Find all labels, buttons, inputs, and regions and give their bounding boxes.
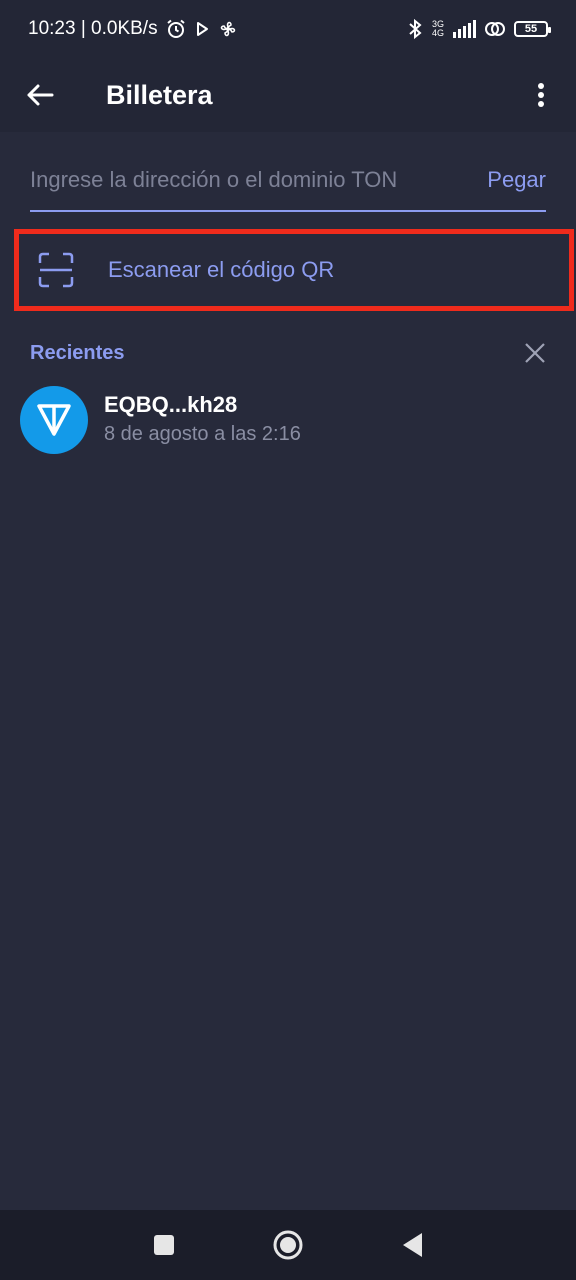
alarm-icon <box>166 19 186 39</box>
nav-home-button[interactable] <box>258 1215 318 1275</box>
recent-item-address: EQBQ...kh28 <box>104 392 238 417</box>
paste-button[interactable]: Pegar <box>475 167 546 193</box>
app-screen: 10:23 | 0.0KB/s 3G 4G 55 Billetera Ingre… <box>0 0 576 1280</box>
page-title: Billetera <box>106 79 213 110</box>
battery-level: 55 <box>524 23 538 35</box>
more-options-button[interactable] <box>506 58 576 132</box>
back-triangle-icon <box>403 1233 422 1257</box>
recents-header: Recientes <box>30 336 550 370</box>
address-input-row: Pegar <box>30 150 546 212</box>
pinwheel-icon <box>218 19 238 39</box>
nav-recents-button[interactable] <box>134 1215 194 1275</box>
status-left: 10:23 | 0.0KB/s <box>28 18 238 40</box>
scan-qr-button[interactable]: Escanear el código QR <box>14 229 574 311</box>
more-vert-icon <box>538 83 544 107</box>
back-button[interactable] <box>0 58 80 132</box>
status-time: 10:23 | 0.0KB/s <box>28 18 158 39</box>
network-type-bottom: 4G <box>431 28 444 38</box>
battery-icon: 55 <box>514 21 551 37</box>
recents-square-icon <box>154 1235 174 1255</box>
bluetooth-icon <box>406 18 424 40</box>
nav-back-button[interactable] <box>382 1215 442 1275</box>
system-nav-bar <box>0 1210 576 1280</box>
network-type: 3G 4G <box>432 20 444 38</box>
arrow-left-icon <box>27 84 54 106</box>
recent-item-time: 8 de agosto a las 2:16 <box>104 423 301 445</box>
app-bar: Billetera <box>0 58 576 132</box>
ton-logo-icon <box>37 404 71 436</box>
recent-item-text: EQBQ...kh28 8 de agosto a las 2:16 <box>104 391 301 449</box>
status-right: 3G 4G 55 <box>406 18 551 40</box>
hotspot-icon <box>484 20 506 38</box>
home-circle-icon <box>273 1230 303 1260</box>
clear-recents-button[interactable] <box>520 338 550 368</box>
recent-item[interactable]: EQBQ...kh28 8 de agosto a las 2:16 <box>20 384 560 456</box>
avatar <box>20 386 88 454</box>
close-icon <box>525 343 545 363</box>
address-input[interactable] <box>30 150 476 210</box>
status-bar: 10:23 | 0.0KB/s 3G 4G 55 <box>0 0 576 58</box>
signal-icon <box>452 20 476 38</box>
qr-scan-icon <box>36 250 76 290</box>
play-store-icon <box>194 21 210 37</box>
scan-qr-label: Escanear el código QR <box>108 257 335 282</box>
recents-title: Recientes <box>30 341 125 364</box>
